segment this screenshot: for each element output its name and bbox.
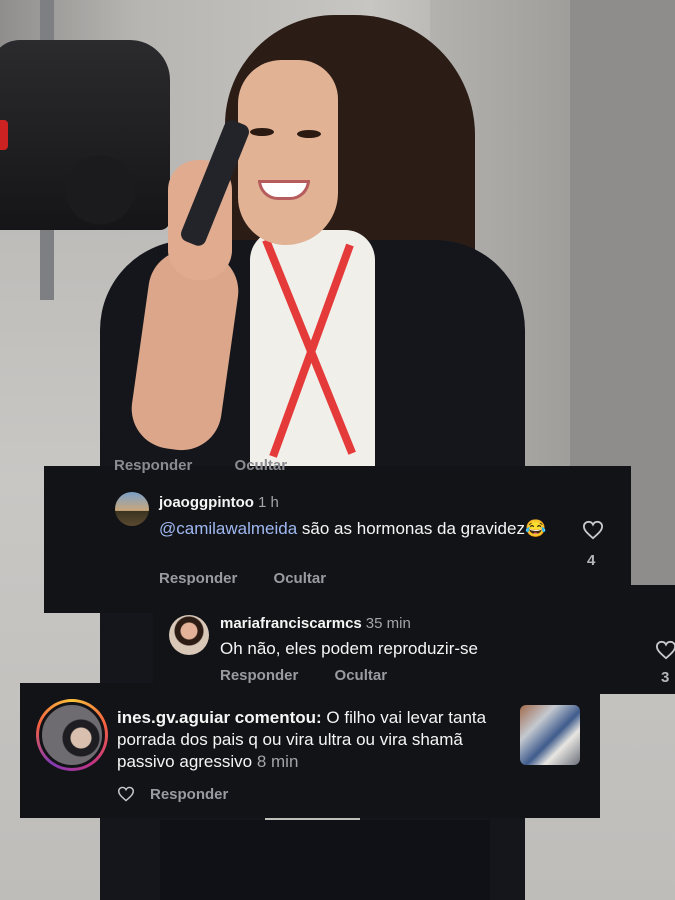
username[interactable]: mariafranciscarmcs bbox=[220, 615, 362, 632]
comment-text: Oh não, eles podem reproduzir-se bbox=[220, 639, 478, 658]
comment-time: 35 min bbox=[365, 615, 411, 632]
mention-link[interactable]: @camilawalmeida bbox=[159, 519, 297, 538]
laughing-emoji: 😂 bbox=[524, 519, 547, 538]
like-count: 4 bbox=[587, 552, 596, 569]
post-thumbnail[interactable] bbox=[520, 705, 580, 765]
eye bbox=[297, 130, 321, 138]
comment-actions: Responder bbox=[150, 786, 260, 803]
avatar[interactable] bbox=[115, 492, 149, 526]
hide-button[interactable]: Ocultar bbox=[335, 667, 388, 684]
comment-card-2: mariafranciscarmcs 35 min Oh não, eles po… bbox=[153, 585, 675, 694]
avatar[interactable] bbox=[39, 702, 105, 768]
avatar[interactable] bbox=[169, 615, 209, 655]
reply-button[interactable]: Responder bbox=[114, 457, 192, 474]
comment-time: 8 min bbox=[256, 752, 299, 771]
notification-verb: comentou: bbox=[230, 708, 327, 727]
username[interactable]: joaoggpintoo bbox=[159, 494, 254, 511]
comment-actions: Responder Ocultar bbox=[220, 667, 419, 684]
like-count: 3 bbox=[661, 669, 670, 686]
notification-text: ines.gv.aguiar comentou: O filho vai lev… bbox=[117, 707, 517, 773]
story-ring[interactable] bbox=[36, 699, 108, 771]
eye bbox=[250, 128, 274, 136]
reply-button[interactable]: Responder bbox=[150, 786, 228, 803]
reply-button[interactable]: Responder bbox=[220, 667, 298, 684]
cut-off-actions: Responder Ocultar bbox=[114, 457, 325, 474]
comment-body: são as hormonas da gravidez bbox=[297, 519, 525, 538]
comment-text: @camilawalmeida são as hormonas da gravi… bbox=[159, 518, 579, 540]
pants bbox=[160, 820, 490, 900]
hide-button[interactable]: Ocultar bbox=[235, 457, 288, 474]
comment-time: 1 h bbox=[257, 494, 279, 511]
username[interactable]: ines.gv.aguiar bbox=[117, 708, 230, 727]
comment-username[interactable]: joaoggpintoo 1 h bbox=[159, 494, 279, 511]
heart-icon[interactable] bbox=[117, 786, 135, 802]
comment-username[interactable]: mariafranciscarmcs 35 min bbox=[220, 615, 411, 632]
comment-notification: ines.gv.aguiar comentou: O filho vai lev… bbox=[20, 683, 600, 818]
face bbox=[238, 60, 338, 245]
heart-icon[interactable] bbox=[582, 520, 604, 540]
heart-icon[interactable] bbox=[655, 640, 675, 660]
